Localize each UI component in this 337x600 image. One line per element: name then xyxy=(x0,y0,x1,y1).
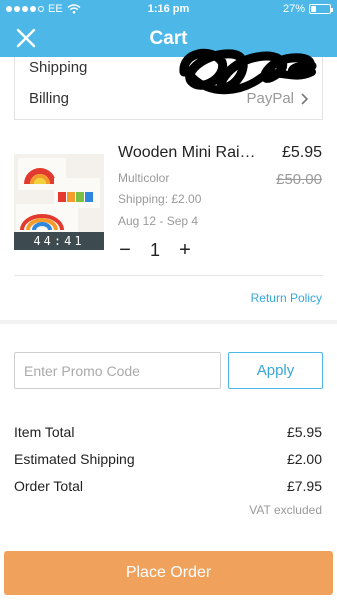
cart-item: 44:41 Wooden Mini Rai… £5.95 £50.00 Mult… xyxy=(0,134,337,320)
apply-promo-button[interactable]: Apply xyxy=(228,352,323,389)
vat-note: VAT excluded xyxy=(249,503,322,517)
decrease-quantity-button[interactable]: − xyxy=(118,239,132,262)
billing-label: Billing xyxy=(29,90,70,107)
section-divider xyxy=(0,320,337,324)
divider xyxy=(14,275,323,276)
order-total-row: Order Total £7.95 xyxy=(14,478,322,494)
status-right: 27% xyxy=(282,3,333,15)
estimated-shipping-value: £2.00 xyxy=(286,451,322,467)
quantity-value: 1 xyxy=(150,240,161,260)
product-name[interactable]: Wooden Mini Rai… xyxy=(118,144,264,162)
order-total-value: £7.95 xyxy=(286,478,322,494)
product-color: Multicolor xyxy=(118,171,170,185)
estimated-shipping-label: Estimated Shipping xyxy=(14,451,135,467)
quantity-stepper: − 1 + xyxy=(118,239,192,262)
return-policy-link[interactable]: Return Policy xyxy=(251,291,322,305)
place-order-button[interactable]: Place Order xyxy=(4,551,333,595)
original-price: £50.00 xyxy=(276,171,322,188)
redaction-scribble xyxy=(179,48,317,95)
order-total-label: Order Total xyxy=(14,478,83,494)
increase-quantity-button[interactable]: + xyxy=(178,239,192,262)
delivery-dates: Aug 12 - Sep 4 xyxy=(118,214,199,228)
battery-percent: 27% xyxy=(282,3,305,15)
battery-icon xyxy=(309,4,333,14)
item-total-value: £5.95 xyxy=(286,424,322,440)
item-total-row: Item Total £5.95 xyxy=(14,424,322,440)
estimated-shipping-row: Estimated Shipping £2.00 xyxy=(14,451,322,467)
product-shipping: Shipping: £2.00 xyxy=(118,192,202,206)
item-total-label: Item Total xyxy=(14,424,75,440)
promo-code-input[interactable] xyxy=(14,352,221,389)
shipping-label: Shipping xyxy=(29,59,88,76)
status-bar: EE 1:16 pm 27% xyxy=(0,0,337,18)
product-price: £5.95 xyxy=(281,144,322,161)
countdown-timer: 44:41 xyxy=(14,232,104,250)
